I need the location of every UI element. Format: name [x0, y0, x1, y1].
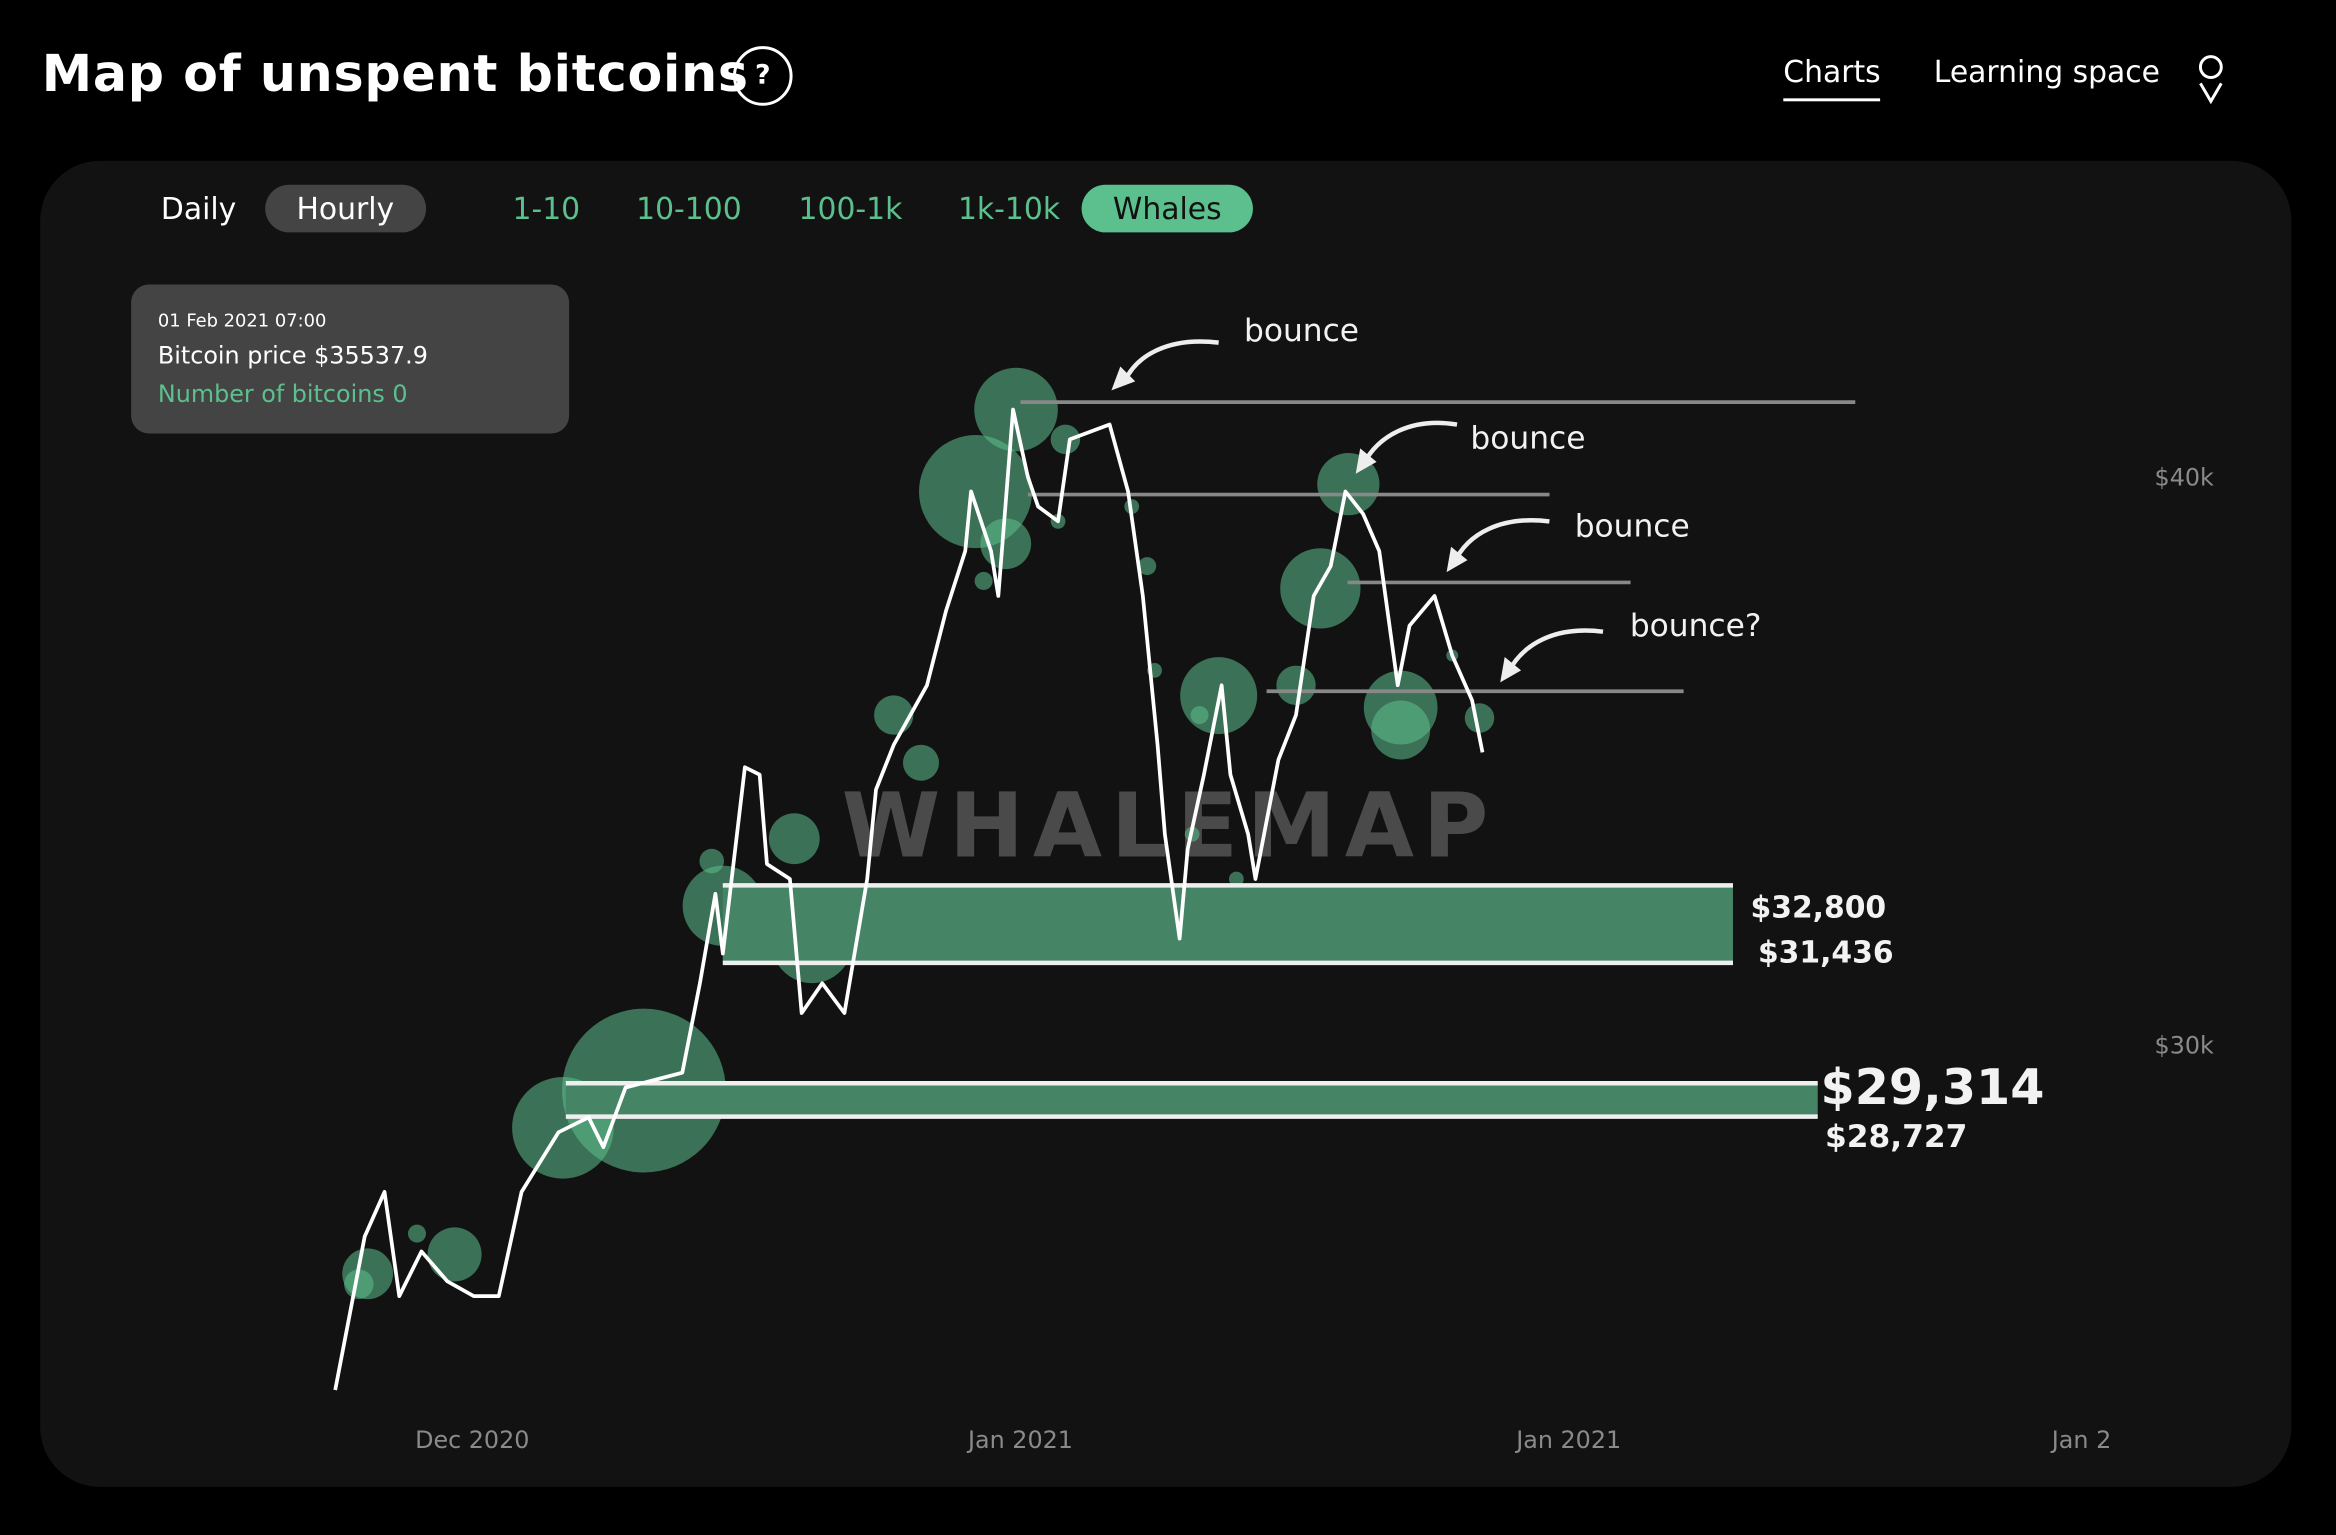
whale-bubble [974, 571, 993, 590]
whale-bubble [768, 813, 820, 865]
x-tick-label: Jan 2 [2050, 1426, 2111, 1454]
x-tick-label: Jan 2021 [966, 1426, 1073, 1454]
band-label: $28,727 [1825, 1119, 1967, 1155]
annotation-label: bounce [1575, 508, 1690, 544]
annotations-layer: bounce bounce bounce bounce? [1111, 313, 1762, 683]
tooltip-price: Bitcoin price $35537.9 [157, 341, 428, 370]
band-label: $31,436 [1758, 935, 1894, 970]
tooltip-date: 01 Feb 2021 07:00 [157, 309, 327, 331]
whale-bubble [902, 744, 940, 781]
whale-bubble [874, 695, 914, 735]
annotation-label: bounce? [1630, 608, 1762, 644]
whale-bubble [407, 1224, 427, 1243]
resistance-layer [1020, 400, 1856, 694]
whale-bubble [1280, 548, 1361, 629]
arrow-icon [1121, 339, 1219, 386]
chart[interactable]: WHALEMAP Dec 2020 Jan 2021 Jan 2021 Jan 2$4… [0, 0, 2336, 1534]
whale-bubble [427, 1227, 482, 1282]
tooltip-bitcoins: Number of bitcoins 0 [157, 379, 408, 409]
whale-bubble [974, 367, 1058, 452]
annotation-label: bounce [1470, 420, 1585, 456]
whale-bubble [699, 848, 725, 874]
annotation-label: bounce [1244, 313, 1359, 349]
band-label: $29,314 [1821, 1058, 2045, 1116]
band-label: $32,800 [1751, 891, 1887, 926]
whale-bubble [1371, 700, 1431, 760]
x-tick-label: Dec 2020 [415, 1426, 529, 1454]
support-band [722, 885, 1733, 963]
arrowhead-icon [1446, 546, 1468, 573]
whale-bubble [1050, 424, 1081, 455]
arrow-icon [1505, 628, 1604, 675]
arrow-icon [1361, 420, 1458, 466]
y-tick-label: $30k [2155, 1031, 2214, 1059]
arrow-icon [1452, 518, 1550, 565]
bands-layer [565, 883, 1818, 1119]
support-band [565, 1083, 1818, 1117]
x-tick-label: Jan 2021 [1514, 1426, 1621, 1454]
y-tick-label: $40k [2155, 464, 2214, 492]
whale-bubble [1276, 665, 1316, 705]
